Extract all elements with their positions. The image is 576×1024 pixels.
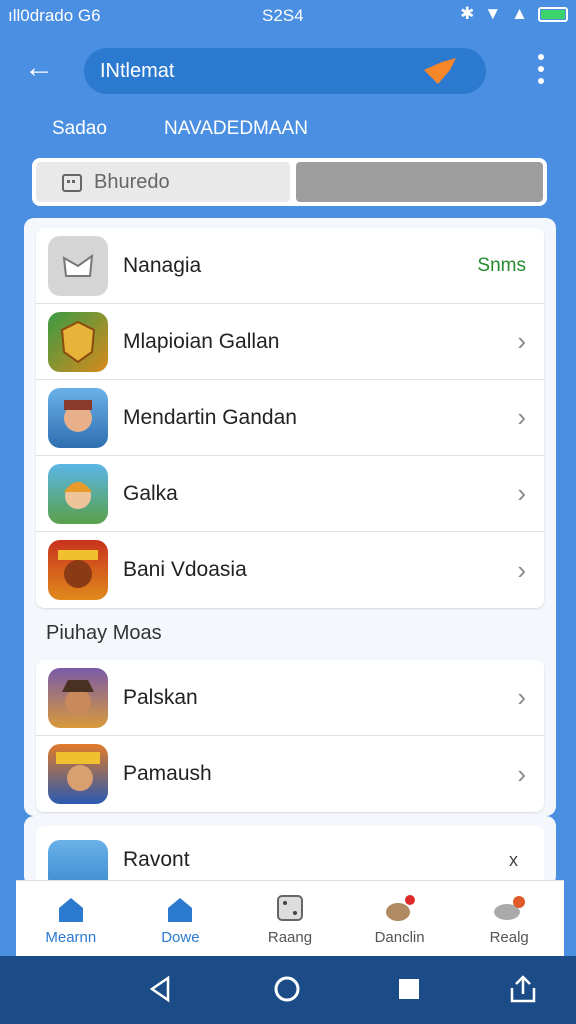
nav-home-icon[interactable] <box>272 974 302 1004</box>
section-heading: Piuhay Moas <box>46 622 162 644</box>
list-item[interactable]: Pamaush › <box>36 736 544 812</box>
top-bar: ← INtlemat <box>0 40 576 100</box>
arcade-game-icon <box>48 744 108 804</box>
segment-left-label: Bhuredo <box>94 170 170 193</box>
gamepad-icon <box>48 235 108 296</box>
list-item-label: Mendartin Gandan <box>123 405 297 429</box>
list-item-label: Bani Vdoasia <box>123 558 247 581</box>
chevron-right-icon: › <box>517 682 526 712</box>
girl-game-icon <box>48 463 108 524</box>
main-card: Nanagia Snms Mlapioian Gallan › Mendarti… <box>24 218 556 816</box>
status-icons: ✱ ▼ ▲ <box>460 4 568 24</box>
close-icon[interactable]: x <box>509 850 518 871</box>
clock: S2S4 <box>262 6 304 25</box>
segmented-control: Bhuredo <box>32 158 547 206</box>
list-item[interactable]: Galka › <box>36 456 544 532</box>
search-bar[interactable]: INtlemat <box>84 48 486 94</box>
tab-pet[interactable]: Danclin <box>345 881 455 956</box>
tabs-row: Sadao NAVADEDMAAN <box>0 118 576 144</box>
list-item-label: Pamaush <box>123 762 212 785</box>
tab-label: Raang <box>267 929 313 946</box>
arrow-left-icon: ← <box>24 51 54 84</box>
list-item-suffix: Snms <box>477 254 526 276</box>
list-item[interactable]: Nanagia Snms <box>36 228 544 304</box>
system-nav-bar <box>0 956 576 1024</box>
tab-home[interactable]: Mearnn <box>16 881 126 956</box>
list-item-label: Ravont <box>123 848 190 871</box>
segment-left[interactable]: Bhuredo <box>36 162 290 202</box>
tab-label: Mearnn <box>45 929 97 946</box>
home-icon <box>58 898 83 922</box>
nav-back-icon[interactable] <box>146 974 176 1004</box>
bird-icon <box>424 58 456 84</box>
status-bar: ıll0drado G6 S2S4 ✱ ▼ ▲ <box>0 0 576 32</box>
back-button[interactable]: ← <box>24 52 60 88</box>
hero-game-icon <box>48 387 108 448</box>
pirate-game-icon <box>48 667 108 728</box>
chevron-right-icon: › <box>517 402 526 432</box>
tab-first[interactable]: Sadao <box>52 118 107 140</box>
search-input[interactable]: INtlemat <box>100 60 174 83</box>
chevron-right-icon: › <box>517 326 526 356</box>
tab-second[interactable]: NAVADEDMAAN <box>164 118 308 140</box>
list-item-label: Galka <box>123 481 178 505</box>
bluetooth-icon: ✱ <box>460 4 475 23</box>
list-item[interactable]: Mlapioian Gallan › <box>36 304 544 380</box>
calendar-icon <box>62 174 82 192</box>
tab-home-alt[interactable]: Dowe <box>126 881 236 956</box>
dice-icon <box>276 895 303 921</box>
wifi-icon: ▼ <box>484 4 502 23</box>
tab-label: Realg <box>489 929 529 946</box>
list-item-label: Nanagia <box>123 253 202 277</box>
segment-right[interactable] <box>296 162 543 202</box>
share-icon[interactable] <box>508 974 538 1004</box>
chevron-right-icon: › <box>517 554 526 585</box>
tab-label: Danclin <box>374 929 425 946</box>
battery-icon <box>538 6 568 22</box>
home-alt-icon <box>168 898 193 922</box>
animal-icon <box>494 896 526 920</box>
tab-label: Dowe <box>161 929 200 946</box>
list-item-label: Mlapioian Gallan <box>123 329 280 353</box>
signal-icon: ▲ <box>511 4 528 23</box>
shield-game-icon <box>48 311 108 372</box>
carrier-label: ıll0drado G6 <box>8 6 101 25</box>
chevron-right-icon: › <box>517 478 526 508</box>
peek-card: Ravont x <box>24 816 556 896</box>
primary-list: Nanagia Snms Mlapioian Gallan › Mendarti… <box>36 228 544 608</box>
pet-icon <box>385 895 415 921</box>
tab-animal[interactable]: Realg <box>454 881 564 956</box>
list-item-label: Palskan <box>123 685 198 709</box>
list-item[interactable]: Palskan › <box>36 660 544 736</box>
chevron-right-icon: › <box>517 758 526 789</box>
nav-recents-icon[interactable] <box>394 974 424 1004</box>
tab-dice[interactable]: Raang <box>235 881 345 956</box>
monster-game-icon <box>48 540 108 600</box>
list-item[interactable]: Mendartin Gandan › <box>36 380 544 456</box>
secondary-list: Palskan › Pamaush › <box>36 660 544 812</box>
bottom-tab-bar: Mearnn Dowe Raang Danclin Realg <box>16 880 564 956</box>
list-item[interactable]: Bani Vdoasia › <box>36 532 544 608</box>
more-menu-button[interactable] <box>538 54 546 84</box>
